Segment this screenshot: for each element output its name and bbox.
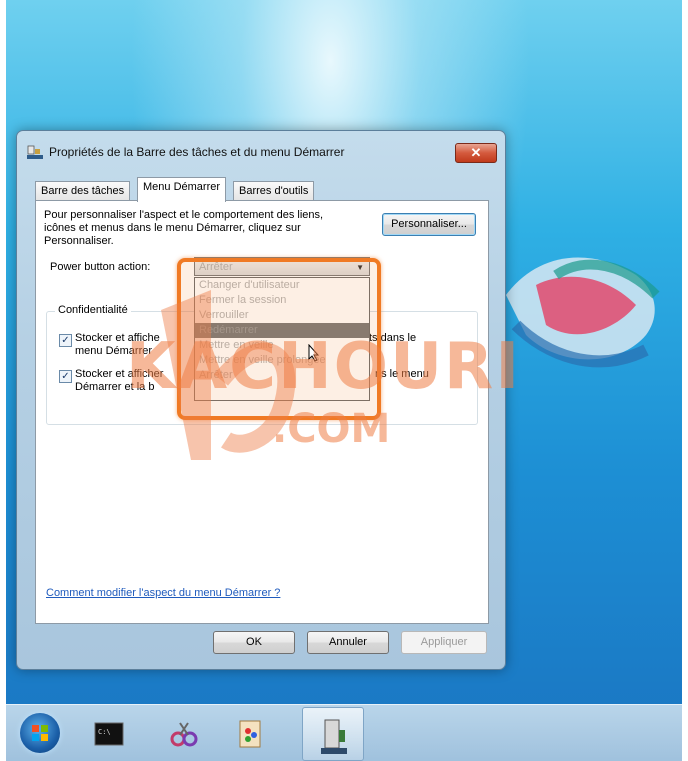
apply-button[interactable]: Appliquer — [401, 631, 487, 654]
windows-start-icon[interactable] — [20, 713, 60, 753]
customize-button[interactable]: Personnaliser... — [382, 213, 476, 236]
windows-logo-icon — [32, 725, 48, 741]
help-link[interactable]: Comment modifier l'aspect du menu Démarr… — [46, 587, 280, 599]
terminal-icon[interactable]: C:\ — [92, 717, 126, 751]
fish-wallpaper-image — [506, 257, 660, 368]
description-text: Pour personnaliser l'aspect et le compor… — [44, 209, 324, 247]
power-button-label: Power button action: — [50, 261, 151, 273]
snipping-tool-icon[interactable] — [166, 717, 200, 751]
taskbar-item-properties[interactable] — [302, 707, 364, 761]
close-button[interactable]: ✕ — [455, 143, 497, 163]
cancel-button[interactable]: Annuler — [307, 631, 389, 654]
title-bar[interactable]: Propriétés de la Barre des tâches et du … — [17, 131, 505, 167]
privacy-group-title: Confidentialité — [55, 304, 131, 316]
watermark-text: KACHOURI — [126, 330, 522, 404]
watermark-subtext: .COM — [272, 406, 391, 452]
taskbar-properties-icon — [321, 719, 347, 754]
dialog-title: Propriétés de la Barre des tâches et du … — [49, 145, 345, 159]
tab-taskbar[interactable]: Barre des tâches — [35, 181, 131, 201]
taskbar-properties-icon — [27, 145, 43, 159]
svg-text:C:\: C:\ — [98, 728, 111, 736]
desktop: Propriétés de la Barre des tâches et du … — [6, 0, 682, 761]
store-programs-checkbox[interactable]: ✓ — [59, 334, 72, 347]
tab-toolbars[interactable]: Barres d'outils — [233, 181, 315, 201]
ok-button[interactable]: OK — [213, 631, 295, 654]
store-items-checkbox[interactable]: ✓ — [59, 370, 72, 383]
tab-start-menu[interactable]: Menu Démarrer — [137, 177, 227, 202]
paint-icon[interactable] — [234, 717, 268, 751]
close-icon: ✕ — [470, 145, 482, 160]
taskbar: C:\ — [6, 704, 682, 761]
